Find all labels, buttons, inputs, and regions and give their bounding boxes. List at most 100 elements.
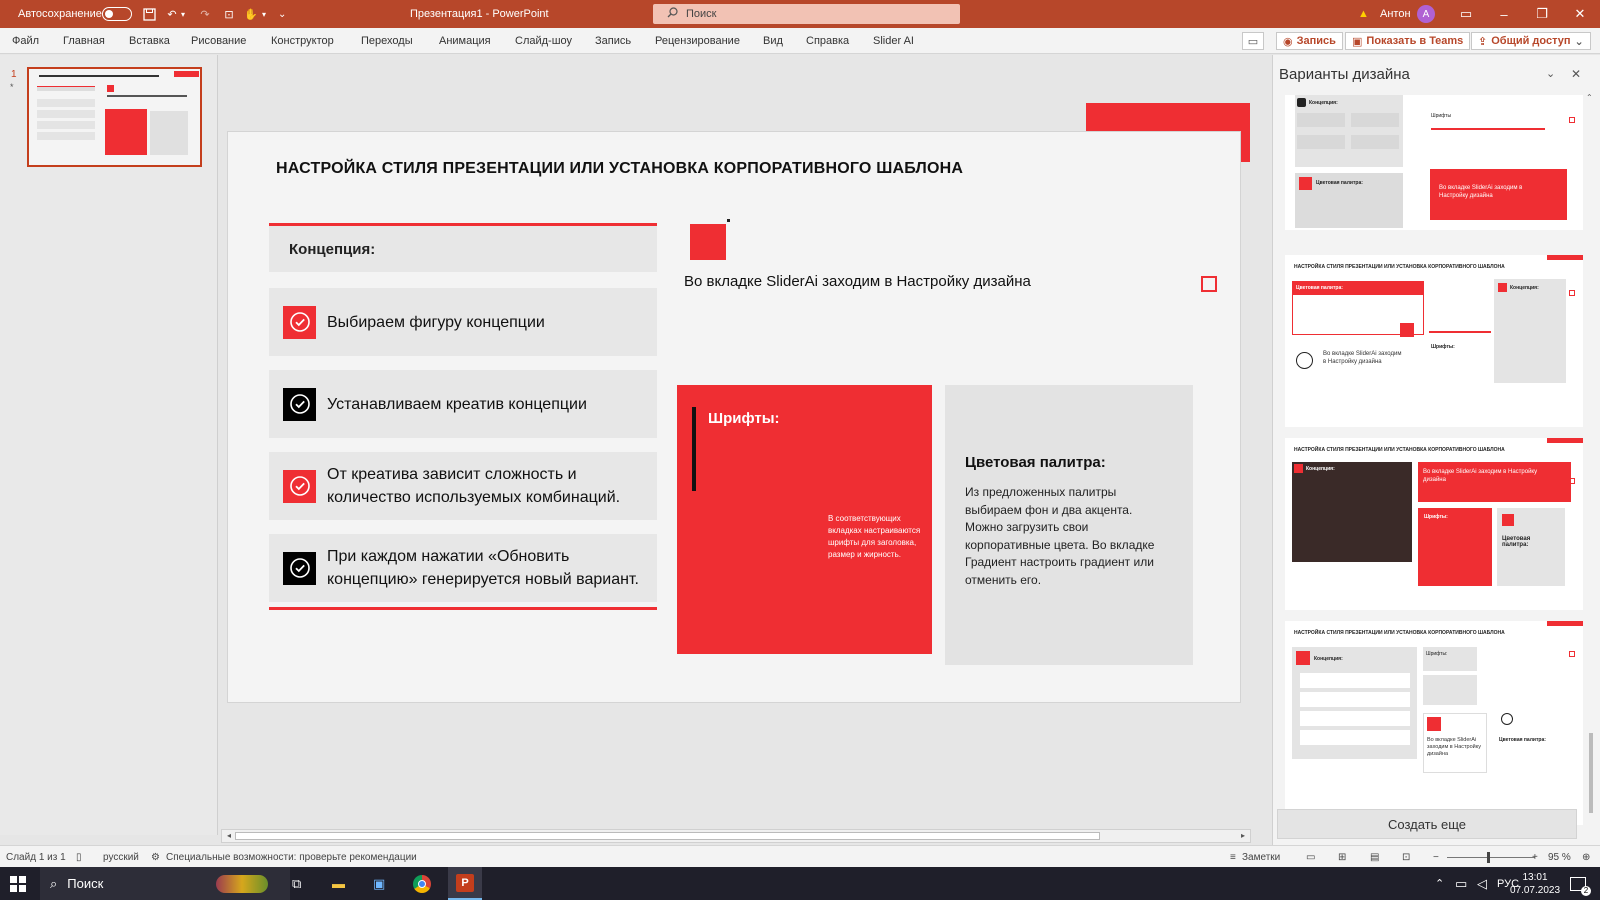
tab-transitions[interactable]: Переходы bbox=[361, 28, 413, 54]
accessibility-status[interactable]: Специальные возможности: проверьте реком… bbox=[166, 846, 417, 868]
variant-text: Цветовая палитра: bbox=[1316, 180, 1363, 186]
pane-scrollbar[interactable]: ⌃ bbox=[1586, 93, 1596, 833]
tab-draw[interactable]: Рисование bbox=[191, 28, 246, 54]
red-square-shape[interactable] bbox=[690, 224, 726, 260]
normal-view-icon[interactable]: ▭ bbox=[1306, 846, 1315, 868]
save-icon[interactable] bbox=[140, 0, 158, 28]
scroll-left-icon[interactable]: ◂ bbox=[223, 831, 235, 841]
chrome-icon[interactable] bbox=[413, 867, 431, 900]
slide-sorter-icon[interactable]: ⊞ bbox=[1338, 846, 1346, 868]
customize-qat-icon[interactable]: ⌄ bbox=[278, 0, 286, 28]
share-label: Общий доступ bbox=[1491, 35, 1571, 47]
clock[interactable]: 13:01 07.07.2023 bbox=[1506, 867, 1564, 900]
pane-scroll-thumb[interactable] bbox=[1589, 733, 1593, 813]
autosave-toggle[interactable] bbox=[96, 0, 132, 28]
shape-handle[interactable] bbox=[727, 219, 730, 222]
variant-text: Цветовая палитра: bbox=[1502, 536, 1531, 548]
network-icon[interactable]: ▭ bbox=[1455, 867, 1467, 900]
concept-item-3[interactable]: От креатива зависит сложность и количест… bbox=[269, 452, 657, 520]
scroll-right-icon[interactable]: ▸ bbox=[1237, 831, 1249, 841]
tab-design[interactable]: Конструктор bbox=[271, 28, 334, 54]
variant-text: Концепция: bbox=[1510, 285, 1539, 291]
slide-canvas[interactable]: НАСТРОЙКА СТИЛЯ ПРЕЗЕНТАЦИИ ИЛИ УСТАНОВК… bbox=[228, 132, 1240, 702]
slide-title[interactable]: НАСТРОЙКА СТИЛЯ ПРЕЗЕНТАЦИИ ИЛИ УСТАНОВК… bbox=[276, 160, 963, 178]
notes-icon[interactable]: ≡ bbox=[1230, 846, 1236, 868]
autosave-label: Автосохранение bbox=[18, 8, 102, 20]
zoom-slider[interactable] bbox=[1447, 846, 1535, 868]
ribbon-display-icon[interactable]: ▭ bbox=[1447, 0, 1485, 28]
windows-start-icon[interactable] bbox=[10, 867, 26, 900]
concept-item-4[interactable]: При каждом нажатии «Обновить концепцию» … bbox=[269, 534, 657, 602]
horizontal-scrollbar[interactable]: ◂ ▸ bbox=[221, 829, 1251, 843]
scrollbar-thumb[interactable] bbox=[235, 832, 1100, 840]
language-indicator[interactable]: русский bbox=[103, 846, 139, 868]
tab-help[interactable]: Справка bbox=[806, 28, 849, 54]
create-more-button[interactable]: Создать еще bbox=[1277, 809, 1577, 839]
user-name[interactable]: Антон bbox=[1380, 0, 1411, 28]
close-pane-icon[interactable]: ✕ bbox=[1571, 67, 1581, 81]
search-highlight-icon bbox=[216, 867, 268, 900]
avatar[interactable]: А bbox=[1417, 0, 1435, 28]
tray-chevron-icon[interactable]: ⌃ bbox=[1435, 867, 1444, 900]
tab-home[interactable]: Главная bbox=[63, 28, 105, 54]
notes-button[interactable]: Заметки bbox=[1242, 846, 1280, 868]
touch-dropdown-icon[interactable]: ▾ bbox=[262, 0, 266, 28]
tab-record[interactable]: Запись bbox=[595, 28, 631, 54]
fonts-card[interactable]: Шрифты: В соответствующих вкладках настр… bbox=[677, 385, 932, 654]
palette-text: Из предложенных палитры выбираем фон и д… bbox=[965, 485, 1155, 587]
design-variant-3[interactable]: НАСТРОЙКА СТИЛЯ ПРЕЗЕНТАЦИИ ИЛИ УСТАНОВК… bbox=[1285, 438, 1583, 610]
design-variant-4[interactable]: НАСТРОЙКА СТИЛЯ ПРЕЗЕНТАЦИИ ИЛИ УСТАНОВК… bbox=[1285, 621, 1583, 825]
touch-mode-icon[interactable]: ✋ bbox=[242, 0, 260, 28]
fit-to-window-icon[interactable]: ⊕ bbox=[1582, 846, 1590, 868]
undo-dropdown-icon[interactable]: ▾ bbox=[181, 0, 185, 28]
clock-time: 13:01 bbox=[1522, 871, 1548, 883]
chevron-down-icon[interactable]: ⌄ bbox=[1546, 67, 1555, 80]
zoom-in-icon[interactable]: + bbox=[1532, 846, 1538, 868]
palette-card[interactable]: Цветовая палитра: Из предложенных палитр… bbox=[945, 385, 1193, 665]
redo-icon[interactable]: ↷ bbox=[196, 0, 214, 28]
slide-counter[interactable]: Слайд 1 из 1 bbox=[6, 846, 66, 868]
concept-item-1[interactable]: Выбираем фигуру концепции bbox=[269, 288, 657, 356]
tab-file[interactable]: Файл bbox=[12, 28, 39, 54]
windows-taskbar: ⌕ Поиск ⧉ ▬ ▣ P ⌃ ▭ ◁ РУС 13:01 07.07.20… bbox=[0, 867, 1600, 900]
tab-slideshow[interactable]: Слайд-шоу bbox=[515, 28, 572, 54]
powerpoint-taskbar-icon[interactable]: P bbox=[448, 867, 482, 900]
volume-icon[interactable]: ◁ bbox=[1477, 867, 1487, 900]
search-input[interactable]: Поиск bbox=[653, 4, 960, 24]
design-variant-2[interactable]: НАСТРОЙКА СТИЛЯ ПРЕЗЕНТАЦИИ ИЛИ УСТАНОВК… bbox=[1285, 255, 1583, 427]
task-view-icon[interactable]: ⧉ bbox=[292, 867, 301, 900]
design-variant-1[interactable]: Концепция: Цветовая палитра: Шрифты Во в… bbox=[1285, 95, 1583, 230]
undo-icon[interactable]: ↶ bbox=[163, 0, 181, 28]
teams-button[interactable]: ▣ Показать в Teams bbox=[1345, 32, 1471, 50]
file-explorer-icon[interactable]: ▬ bbox=[332, 867, 345, 900]
tab-view[interactable]: Вид bbox=[763, 28, 783, 54]
concept-item-text: От креатива зависит сложность и количест… bbox=[327, 466, 621, 506]
accessibility-icon[interactable]: ⚙ bbox=[151, 846, 160, 868]
tab-slider-ai[interactable]: Slider AI bbox=[873, 28, 914, 54]
scroll-up-icon[interactable]: ⌃ bbox=[1586, 93, 1596, 102]
store-icon[interactable]: ▣ bbox=[373, 867, 385, 900]
notification-icon[interactable]: 2 bbox=[1570, 867, 1591, 900]
reading-view-icon[interactable]: ▤ bbox=[1370, 846, 1379, 868]
slideshow-view-icon[interactable]: ⊡ bbox=[1402, 846, 1410, 868]
present-icon[interactable]: ⊡ bbox=[220, 0, 238, 28]
spellcheck-icon[interactable]: ▯ bbox=[76, 846, 82, 868]
concept-header[interactable]: Концепция: bbox=[269, 226, 657, 272]
teams-label: Показать в Teams bbox=[1366, 35, 1464, 47]
minimize-button[interactable]: – bbox=[1485, 0, 1523, 28]
tab-review[interactable]: Рецензирование bbox=[655, 28, 740, 54]
tab-animations[interactable]: Анимация bbox=[439, 28, 491, 54]
zoom-level[interactable]: 95 % bbox=[1548, 846, 1571, 868]
concept-item-2[interactable]: Устанавливаем креатив концепции bbox=[269, 370, 657, 438]
zoom-out-icon[interactable]: − bbox=[1433, 846, 1439, 868]
tab-note-text[interactable]: Во вкладке SliderAi заходим в Настройку … bbox=[684, 273, 1031, 290]
warning-icon[interactable]: ▲ bbox=[1358, 0, 1369, 28]
outline-square-shape[interactable] bbox=[1201, 276, 1217, 292]
restore-button[interactable]: ❐ bbox=[1523, 0, 1561, 28]
share-button[interactable]: ⇪ Общий доступ ⌄ bbox=[1471, 32, 1591, 50]
tab-insert[interactable]: Вставка bbox=[129, 28, 170, 54]
comments-button[interactable]: ▭ bbox=[1242, 32, 1264, 50]
record-button[interactable]: ◉ Запись bbox=[1276, 32, 1343, 50]
slide-thumbnail-1[interactable] bbox=[27, 67, 202, 167]
close-button[interactable]: ✕ bbox=[1561, 0, 1599, 28]
